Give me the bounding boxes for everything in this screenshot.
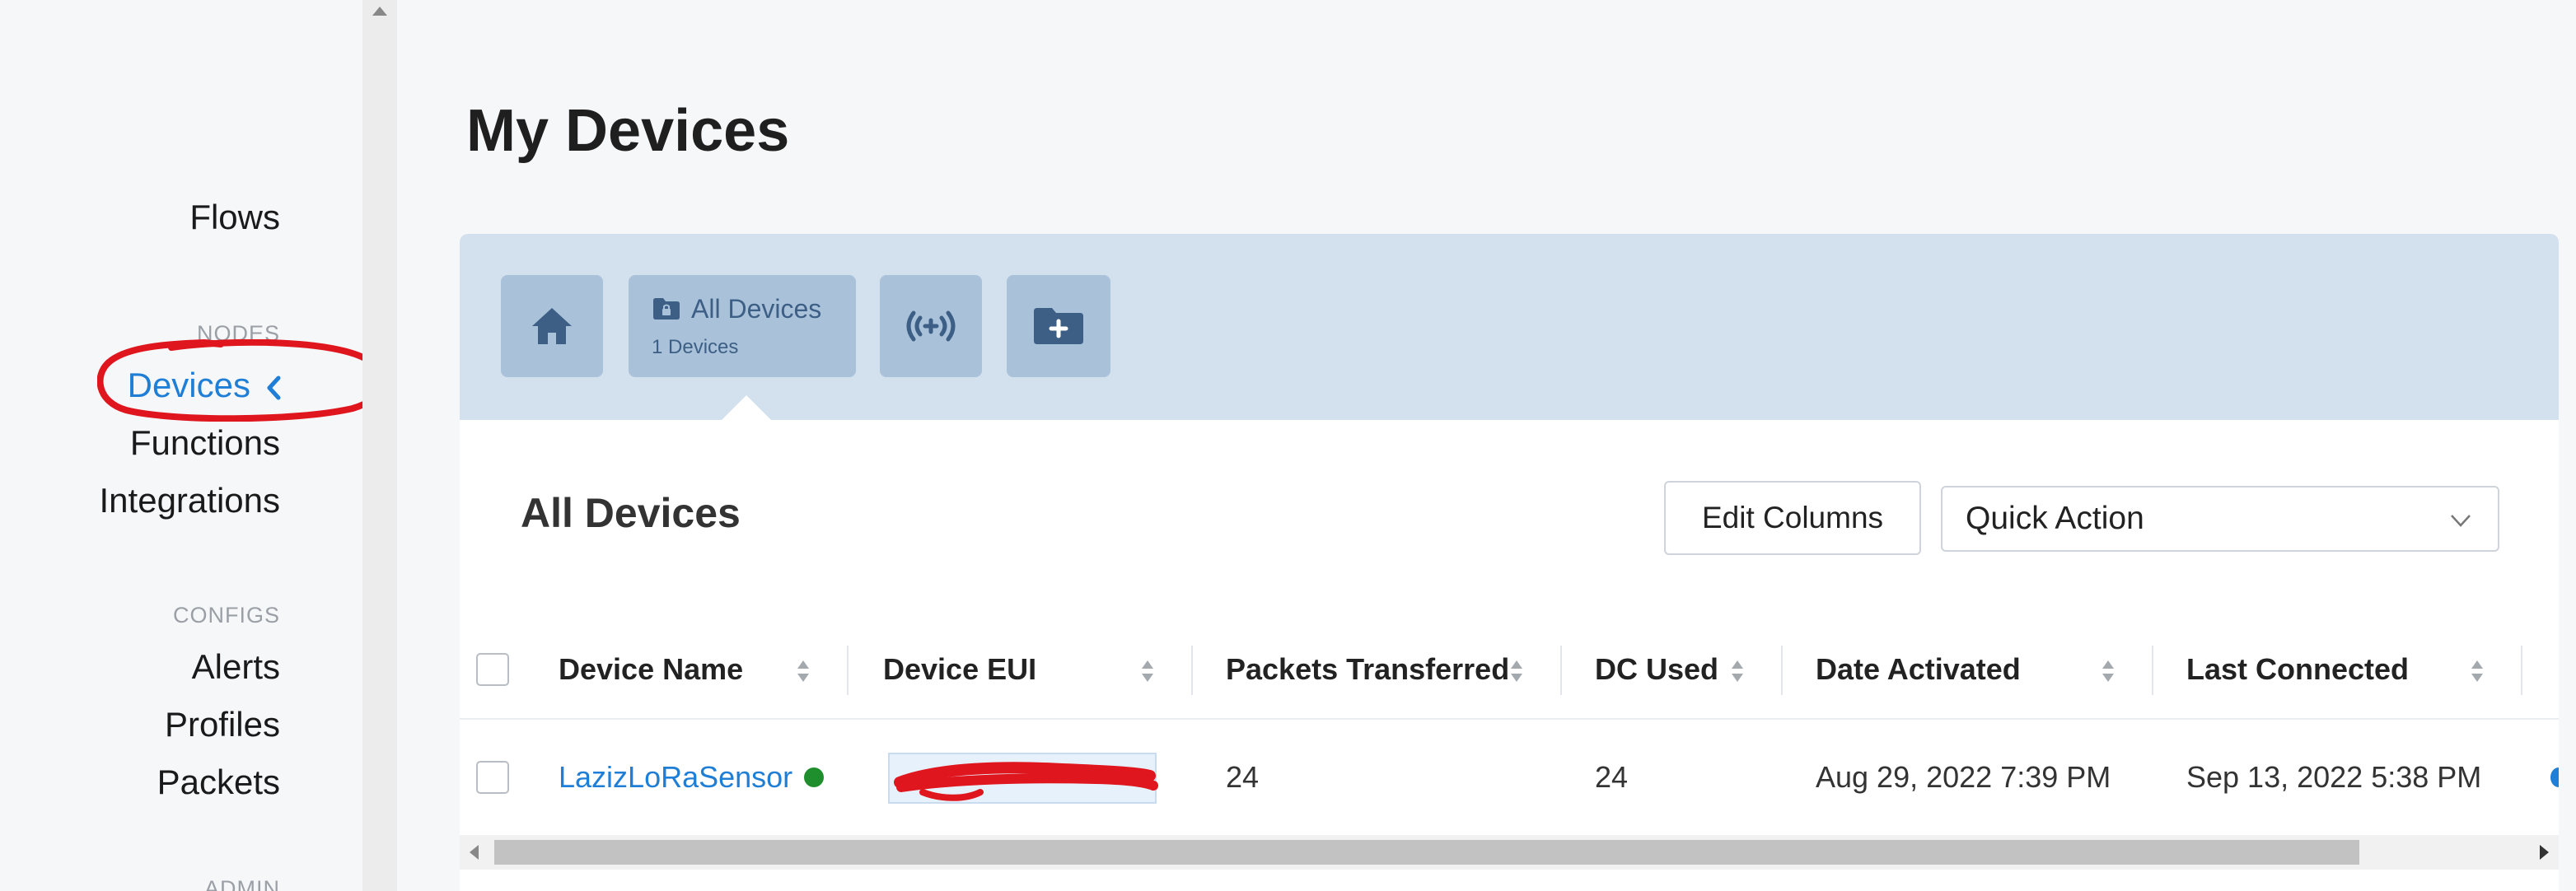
column-divider[interactable] (2521, 646, 2522, 695)
row-checkbox[interactable] (476, 761, 509, 794)
home-button[interactable] (501, 275, 603, 377)
signal-icon (906, 310, 956, 342)
scroll-right-arrow-icon[interactable] (2540, 845, 2549, 860)
quick-action-label: Quick Action (1966, 501, 2144, 536)
device-name-link[interactable]: LazizLoRaSensor (559, 760, 792, 795)
sidebar-item-profiles[interactable]: Profiles (165, 705, 280, 744)
sort-icon[interactable] (1509, 659, 1524, 683)
column-header-device-name[interactable]: Device Name (559, 621, 743, 718)
sidebar-section-configs: CONFIGS (172, 603, 280, 627)
column-divider[interactable] (1560, 646, 1562, 695)
dc-used-cell: 24 (1595, 760, 1629, 794)
add-folder-icon (1034, 308, 1083, 344)
column-divider[interactable] (1191, 646, 1193, 695)
table-header: Device Name Device EUI Packets Transferr… (460, 621, 2559, 720)
table-row[interactable]: LazizLoRaSensor 24 24 Aug 29, 2022 7:39 … (460, 720, 2559, 835)
last-connected-cell: Sep 13, 2022 5:38 PM (2186, 760, 2482, 794)
sidebar: Flows NODES Devices Functions Integratio… (0, 0, 387, 891)
horizontal-scrollbar[interactable] (460, 835, 2559, 870)
app-window: Flows NODES Devices Functions Integratio… (0, 0, 2576, 891)
home-icon (532, 308, 572, 344)
locked-folder-icon (653, 298, 680, 320)
select-all-checkbox[interactable] (476, 653, 509, 686)
edit-columns-button[interactable]: Edit Columns (1664, 481, 1921, 555)
select-all-cell (460, 621, 526, 718)
sidebar-item-functions[interactable]: Functions (130, 423, 280, 463)
all-devices-count: 1 Devices (652, 335, 739, 358)
sidebar-item-packets[interactable]: Packets (157, 763, 280, 802)
page-title: My Devices (466, 98, 790, 164)
all-devices-tab-title: All Devices (652, 294, 821, 324)
column-header-dc-used[interactable]: DC Used (1595, 621, 1718, 718)
sidebar-section-admin: ADMIN (204, 876, 280, 891)
device-group-toolbar: All Devices 1 Devices (460, 234, 2559, 420)
red-redaction-scribble (894, 762, 1158, 801)
chevron-left-icon (267, 376, 281, 400)
labels-button[interactable] (880, 275, 982, 377)
scrollbar-thumb[interactable] (494, 840, 2359, 865)
scroll-up-arrow-icon[interactable] (372, 7, 387, 16)
quick-action-select[interactable]: Quick Action (1941, 486, 2499, 552)
column-divider[interactable] (2152, 646, 2153, 695)
device-name-cell: LazizLoRaSensor (559, 720, 825, 835)
chevron-down-icon (2451, 515, 2471, 527)
sidebar-item-integrations[interactable]: Integrations (100, 481, 280, 520)
device-eui-redacted[interactable] (888, 753, 1158, 804)
sidebar-scrollbar[interactable] (362, 0, 397, 891)
column-header-packets-transferred[interactable]: Packets Transferred (1226, 621, 1509, 718)
column-divider[interactable] (1781, 646, 1783, 695)
sidebar-section-nodes: NODES (196, 321, 280, 346)
column-header-device-eui[interactable]: Device EUI (883, 621, 1036, 718)
sidebar-item-flows[interactable]: Flows (189, 198, 280, 237)
section-title: All Devices (521, 490, 741, 536)
column-divider[interactable] (847, 646, 849, 695)
sort-icon[interactable] (1140, 659, 1155, 683)
sort-icon[interactable] (2101, 659, 2115, 683)
all-devices-tab-label: All Devices (691, 293, 822, 324)
sort-icon[interactable] (796, 659, 811, 683)
sidebar-item-devices[interactable]: Devices (128, 366, 282, 405)
all-devices-tab[interactable]: All Devices 1 Devices (629, 275, 856, 377)
sidebar-item-devices-label: Devices (127, 366, 250, 404)
devices-panel: All Devices 1 Devices All Devices Edit C… (460, 234, 2559, 891)
date-activated-cell: Aug 29, 2022 7:39 PM (1816, 760, 2111, 794)
sort-icon[interactable] (1730, 659, 1745, 683)
overflow-indicator (2550, 767, 2559, 787)
sidebar-item-alerts[interactable]: Alerts (192, 647, 280, 687)
active-tab-pointer (722, 395, 771, 420)
row-select-cell (460, 720, 526, 835)
status-online-dot (804, 767, 825, 787)
column-header-date-activated[interactable]: Date Activated (1816, 621, 2021, 718)
column-header-last-connected[interactable]: Last Connected (2186, 621, 2409, 718)
add-folder-button[interactable] (1007, 275, 1110, 377)
sort-icon[interactable] (2470, 659, 2485, 683)
scroll-left-arrow-icon[interactable] (470, 845, 479, 860)
packets-transferred-cell: 24 (1226, 760, 1260, 794)
